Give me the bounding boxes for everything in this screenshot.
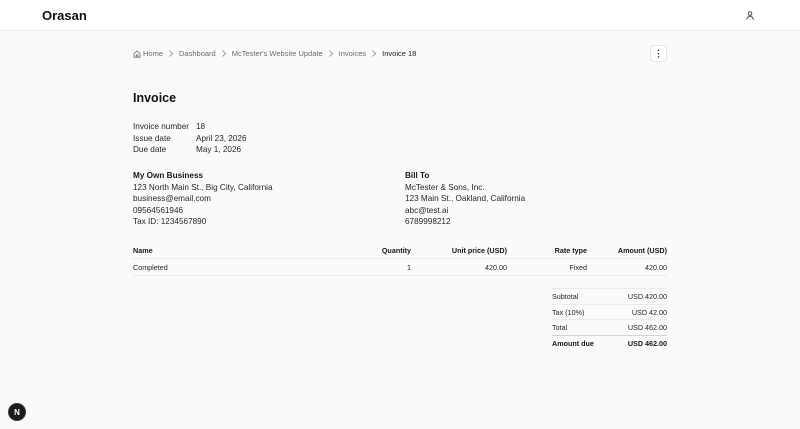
- meta-value: 18: [196, 122, 206, 131]
- client-address: 123 Main St., Oakland, California: [405, 194, 526, 203]
- cell-unit-price: 420.00: [485, 262, 507, 272]
- totals-label: Subtotal: [552, 291, 579, 301]
- home-icon: [133, 49, 141, 58]
- subtotal-row: Subtotal USD 420.00: [552, 288, 667, 304]
- bill-to-heading: Bill To: [405, 171, 430, 180]
- brand-logo[interactable]: Orasan: [42, 8, 87, 23]
- line-items-table: Name Quantity Unit price (USD) Rate type…: [133, 242, 667, 276]
- meta-value: April 23, 2026: [196, 133, 247, 143]
- column-header-name: Name: [133, 245, 153, 255]
- breadcrumb-label: Home: [143, 49, 164, 58]
- breadcrumb-invoices[interactable]: Invoices: [339, 49, 367, 58]
- totals-value: USD 462.00: [627, 338, 667, 348]
- amount-due-row: Amount due USD 462.00: [552, 335, 667, 351]
- meta-label: Invoice number: [133, 122, 189, 131]
- totals-summary: Subtotal USD 420.00 Tax (10%) USD 42.00 …: [552, 288, 667, 351]
- chevron-right-icon: [169, 50, 174, 57]
- breadcrumb-current: Invoice 18: [382, 49, 417, 58]
- breadcrumb-project[interactable]: McTester's Website Update: [232, 49, 323, 58]
- client-email: abc@test.ai: [405, 205, 449, 215]
- meta-row-issue-date: Issue date April 23, 2026: [133, 133, 247, 145]
- totals-value: USD 420.00: [627, 291, 667, 301]
- dev-tools-badge[interactable]: N: [8, 403, 26, 421]
- totals-label: Tax (10%): [552, 307, 585, 317]
- meta-row-invoice-number: Invoice number 18: [133, 121, 247, 133]
- column-header-unit-price: Unit price (USD): [451, 245, 507, 255]
- user-menu-button[interactable]: [744, 9, 756, 21]
- meta-row-due-date: Due date May 1, 2026: [133, 144, 247, 156]
- sender-email: business@email.com: [133, 194, 211, 203]
- totals-label: Total: [552, 323, 568, 333]
- column-header-amount: Amount (USD): [617, 245, 667, 255]
- sender-tax-id: Tax ID: 1234567890: [133, 217, 207, 226]
- client-phone: 6789998212: [405, 217, 451, 226]
- column-header-quantity: Quantity: [381, 245, 411, 255]
- invoice-meta: Invoice number 18 Issue date April 23, 2…: [133, 121, 247, 156]
- bill-to-info: Bill To McTester & Sons, Inc. 123 Main S…: [405, 170, 525, 228]
- totals-value: USD 42.00: [631, 307, 667, 317]
- cell-name: Completed: [133, 262, 168, 272]
- meta-value: May 1, 2026: [196, 145, 242, 154]
- more-actions-button[interactable]: [650, 45, 667, 62]
- cell-quantity: 1: [407, 262, 411, 272]
- sender-info: My Own Business 123 North Main St., Big …: [133, 170, 273, 228]
- column-header-rate-type: Rate type: [554, 245, 587, 255]
- breadcrumb-dashboard[interactable]: Dashboard: [179, 49, 216, 58]
- tax-row: Tax (10%) USD 42.00: [552, 303, 667, 320]
- table-header: Name Quantity Unit price (USD) Rate type…: [133, 242, 667, 259]
- chevron-right-icon: [328, 50, 333, 57]
- breadcrumb-home[interactable]: Home: [133, 49, 163, 58]
- top-bar: Orasan: [0, 0, 800, 31]
- table-row: Completed 1 420.00 Fixed 420.00: [133, 259, 667, 276]
- sender-phone: 09564561946: [133, 205, 184, 215]
- breadcrumb: Home Dashboard McTester's Website Update…: [133, 49, 416, 58]
- totals-value: USD 462.00: [627, 323, 667, 333]
- meta-label: Issue date: [133, 133, 171, 143]
- sender-name: My Own Business: [133, 171, 204, 180]
- meta-label: Due date: [133, 145, 167, 154]
- cell-amount: 420.00: [645, 262, 667, 272]
- user-icon: [746, 10, 754, 20]
- client-name: McTester & Sons, Inc.: [405, 182, 485, 192]
- chevron-right-icon: [221, 50, 226, 57]
- totals-label: Amount due: [552, 338, 594, 348]
- total-row: Total USD 462.00: [552, 319, 667, 335]
- page-title: Invoice: [133, 91, 177, 105]
- more-vertical-icon: [657, 49, 660, 58]
- cell-rate-type: Fixed: [569, 262, 587, 272]
- chevron-right-icon: [372, 50, 377, 57]
- sender-address: 123 North Main St., Big City, California: [133, 182, 273, 192]
